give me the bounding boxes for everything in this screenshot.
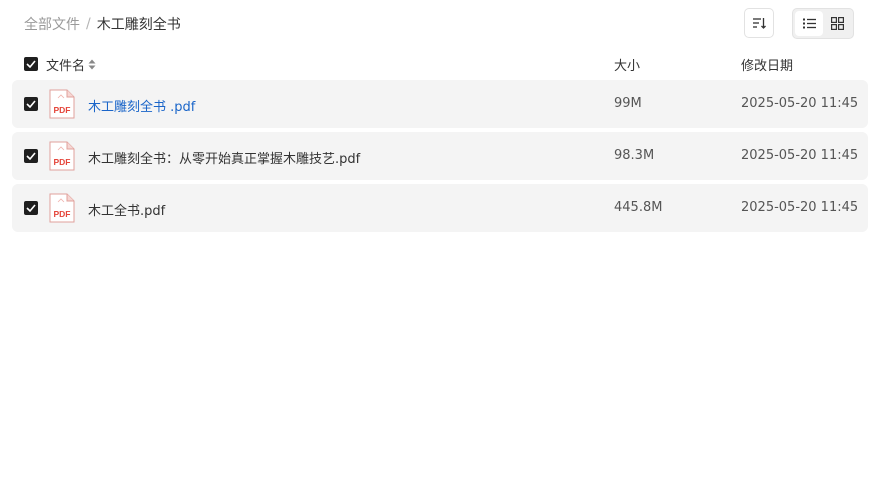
check-icon [26, 100, 36, 108]
svg-text:PDF: PDF [54, 157, 71, 167]
breadcrumb-separator: / [86, 16, 91, 32]
breadcrumb-root-link[interactable]: 全部文件 [24, 14, 80, 34]
column-header-size: 大小 [614, 59, 641, 74]
file-browser: 全部文件 / 木工雕刻全书 文件名 大小 修改日期 PDF 木工雕刻全书 .pd… [0, 0, 878, 495]
breadcrumb: 全部文件 / 木工雕刻全书 [24, 14, 181, 34]
check-icon [26, 204, 36, 212]
file-modified-date: 2025-05-20 11:45 [741, 96, 859, 111]
file-list-header: 文件名 大小 修改日期 [0, 52, 878, 76]
view-toggle [792, 8, 854, 39]
sort-arrows-icon [88, 59, 96, 70]
list-view-icon [802, 18, 816, 29]
file-checkbox[interactable] [24, 201, 38, 215]
pdf-file-icon: PDF [49, 193, 75, 223]
column-header-modified: 修改日期 [741, 59, 794, 74]
file-modified-date: 2025-05-20 11:45 [741, 148, 859, 163]
file-list: PDF 木工雕刻全书 .pdf 99M 2025-05-20 11:45 PDF… [12, 80, 868, 236]
file-modified-date: 2025-05-20 11:45 [741, 200, 859, 215]
pdf-file-icon: PDF [49, 89, 75, 119]
sort-icon [753, 18, 766, 29]
file-name-link[interactable]: 木工全书.pdf [88, 200, 165, 219]
file-size: 98.3M [614, 148, 655, 163]
check-icon [26, 60, 36, 68]
column-header-name[interactable]: 文件名 [46, 55, 96, 74]
grid-view-icon [830, 17, 844, 30]
list-view-button[interactable] [795, 11, 823, 36]
grid-view-button[interactable] [823, 11, 851, 36]
file-checkbox[interactable] [24, 149, 38, 163]
pdf-file-icon: PDF [49, 141, 75, 171]
sort-button[interactable] [744, 8, 774, 38]
file-row[interactable]: PDF 木工雕刻全书 .pdf 99M 2025-05-20 11:45 [12, 80, 868, 128]
file-row[interactable]: PDF 木工全书.pdf 445.8M 2025-05-20 11:45 [12, 184, 868, 232]
file-name-link[interactable]: 木工雕刻全书 .pdf [88, 96, 195, 115]
svg-text:PDF: PDF [54, 209, 71, 219]
column-name-label: 文件名 [46, 59, 86, 74]
select-all-checkbox[interactable] [24, 57, 38, 71]
file-row[interactable]: PDF 木工雕刻全书：从零开始真正掌握木雕技艺.pdf 98.3M 2025-0… [12, 132, 868, 180]
svg-text:PDF: PDF [54, 105, 71, 115]
file-size: 99M [614, 96, 642, 111]
file-size: 445.8M [614, 200, 663, 215]
file-name-link[interactable]: 木工雕刻全书：从零开始真正掌握木雕技艺.pdf [88, 148, 360, 167]
breadcrumb-current-folder: 木工雕刻全书 [96, 17, 181, 33]
file-checkbox[interactable] [24, 97, 38, 111]
check-icon [26, 152, 36, 160]
